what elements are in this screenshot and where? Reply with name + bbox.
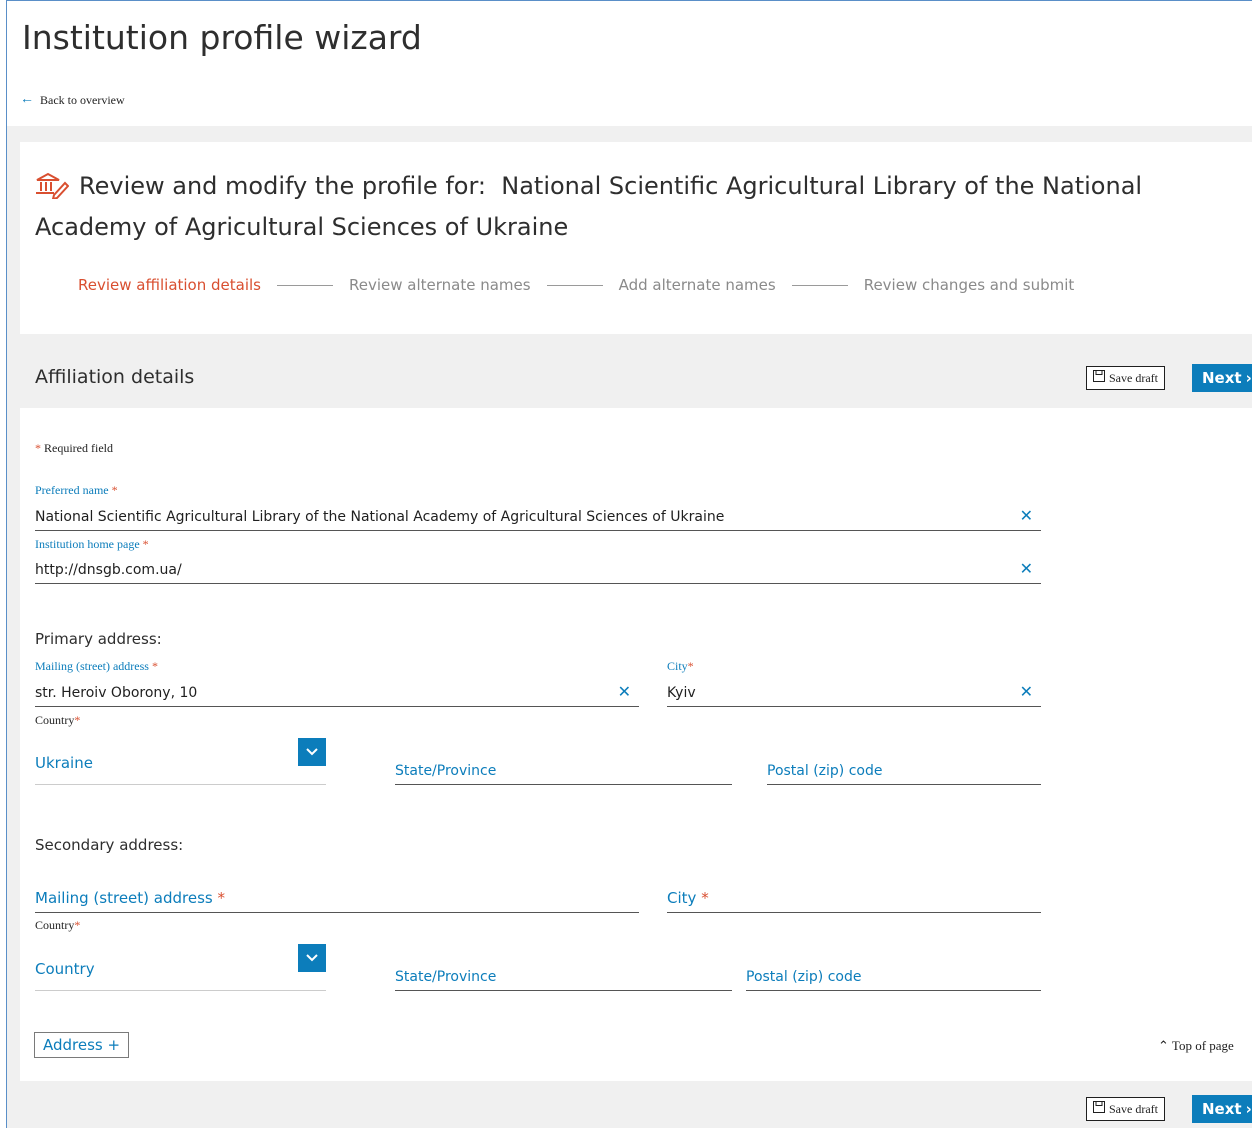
next-label: Next	[1202, 369, 1242, 387]
state-placeholder: State/Province	[395, 969, 497, 985]
step-review-alternate-names[interactable]: Review alternate names	[349, 276, 531, 294]
back-to-overview-link[interactable]: ← Back to overview	[20, 92, 125, 108]
primary-city-value: Kyiv	[667, 685, 696, 701]
primary-country-select[interactable]: Ukraine	[35, 738, 326, 785]
clear-icon[interactable]: ✕	[1020, 506, 1033, 526]
page-title: Institution profile wizard	[22, 18, 422, 57]
secondary-street-field[interactable]: Mailing (street) address *	[35, 876, 639, 913]
back-link-label: Back to overview	[40, 92, 125, 107]
primary-country-label: Country*	[35, 713, 81, 727]
step-add-alternate-names[interactable]: Add alternate names	[619, 276, 776, 294]
step-divider	[791, 284, 848, 286]
primary-street-label: Mailing (street) address *	[35, 659, 158, 673]
save-draft-label: Save draft	[1109, 370, 1158, 385]
review-prefix: Review and modify the profile for:	[79, 172, 486, 200]
preferred-name-label: Preferred name *	[35, 483, 118, 497]
step-review-affiliation[interactable]: Review affiliation details	[78, 276, 261, 294]
required-field-note: * Required field	[35, 441, 113, 455]
preferred-name-value: National Scientific Agricultural Library…	[35, 509, 725, 525]
secondary-country-label: Country*	[35, 918, 81, 932]
primary-city-label: City*	[667, 659, 694, 673]
chevron-right-icon: ›	[1245, 1100, 1252, 1118]
clear-icon[interactable]: ✕	[1020, 559, 1033, 579]
postal-placeholder: Postal (zip) code	[746, 969, 862, 985]
wizard-steps: Review affiliation details Review altern…	[78, 276, 1074, 294]
step-divider	[276, 284, 333, 286]
primary-street-field[interactable]: str. Heroiv Oborony, 10 ✕	[35, 676, 639, 707]
section-title: Affiliation details	[35, 366, 195, 388]
chevron-up-icon: ⌃	[1158, 1038, 1169, 1053]
secondary-address-heading: Secondary address:	[35, 836, 184, 854]
step-divider	[546, 284, 603, 286]
secondary-state-field[interactable]: State/Province	[395, 957, 732, 991]
save-draft-button[interactable]: Save draft	[1086, 366, 1165, 390]
postal-placeholder: Postal (zip) code	[767, 763, 883, 779]
top-of-page-label: Top of page	[1171, 1038, 1234, 1053]
secondary-country-select[interactable]: Country	[35, 944, 326, 991]
save-icon	[1093, 370, 1105, 386]
primary-city-field[interactable]: Kyiv ✕	[667, 676, 1041, 707]
affiliation-form: * Required field Preferred name * Nation…	[20, 408, 1252, 1081]
primary-address-heading: Primary address:	[35, 630, 162, 648]
chevron-down-icon[interactable]	[298, 944, 326, 972]
save-icon	[1093, 1101, 1105, 1117]
secondary-city-field[interactable]: City *	[667, 876, 1041, 913]
step-review-submit[interactable]: Review changes and submit	[864, 276, 1075, 294]
institution-edit-icon	[35, 171, 70, 209]
secondary-country-value: Country	[35, 960, 95, 978]
primary-street-value: str. Heroiv Oborony, 10	[35, 685, 198, 701]
review-card: Review and modify the profile for: Natio…	[20, 142, 1252, 334]
chevron-right-icon: ›	[1245, 369, 1252, 387]
save-draft-button-bottom[interactable]: Save draft	[1086, 1097, 1165, 1121]
save-draft-label: Save draft	[1109, 1101, 1158, 1116]
next-label: Next	[1202, 1100, 1242, 1118]
next-button-bottom[interactable]: Next ›	[1192, 1095, 1252, 1123]
home-page-value: http://dnsgb.com.ua/	[35, 562, 182, 578]
state-placeholder: State/Province	[395, 763, 497, 779]
preferred-name-field[interactable]: National Scientific Agricultural Library…	[35, 500, 1041, 531]
home-page-label: Institution home page *	[35, 537, 149, 551]
clear-icon[interactable]: ✕	[1020, 682, 1033, 702]
primary-country-value: Ukraine	[35, 754, 93, 772]
secondary-street-placeholder: Mailing (street) address *	[35, 889, 225, 907]
window-frame-top	[6, 0, 1252, 1]
primary-state-field[interactable]: State/Province	[395, 752, 732, 785]
arrow-left-icon: ←	[20, 92, 34, 107]
secondary-postal-field[interactable]: Postal (zip) code	[746, 957, 1041, 991]
chevron-down-icon[interactable]	[298, 738, 326, 766]
primary-postal-field[interactable]: Postal (zip) code	[767, 752, 1041, 785]
clear-icon[interactable]: ✕	[618, 682, 631, 702]
secondary-city-placeholder: City *	[667, 889, 709, 907]
review-heading: Review and modify the profile for: Natio…	[35, 168, 1215, 245]
add-address-button[interactable]: Address +	[34, 1032, 130, 1058]
top-of-page-link[interactable]: ⌃ Top of page	[1158, 1038, 1234, 1054]
next-button[interactable]: Next ›	[1192, 364, 1252, 392]
home-page-field[interactable]: http://dnsgb.com.ua/ ✕	[35, 554, 1041, 584]
